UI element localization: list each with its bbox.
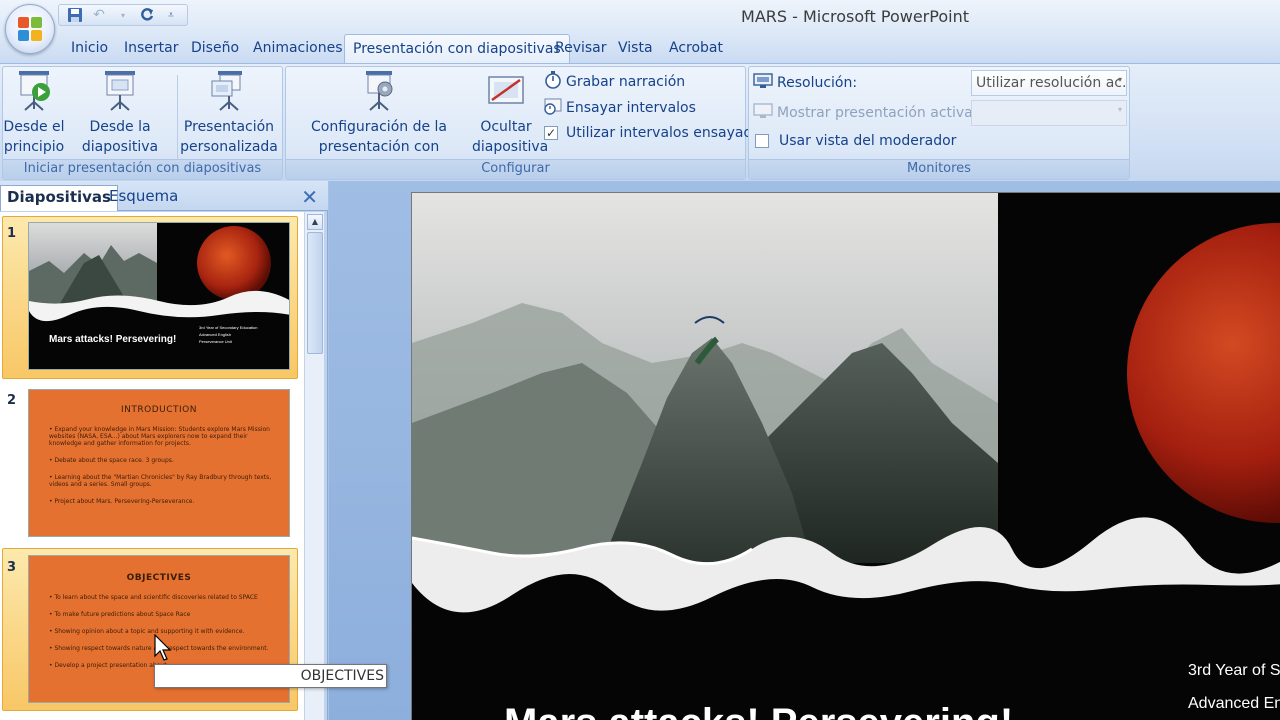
tab-diseno[interactable]: Diseño — [191, 40, 239, 56]
rehearse-timings-button[interactable]: Ensayar intervalos — [544, 97, 696, 119]
resolution-select[interactable]: Utilizar resolución ac... ▾ — [971, 70, 1127, 96]
projector-play-icon — [13, 69, 55, 113]
dropdown-arrow-icon: ▾ — [1117, 105, 1122, 114]
office-logo-icon — [18, 17, 44, 43]
unchecked-box[interactable] — [755, 134, 769, 148]
slide-3-bullet: • To learn about the space and scientifi… — [49, 594, 258, 601]
monitor-icon — [753, 73, 773, 93]
slide-1-artwork — [29, 223, 289, 321]
window-title: MARS - Microsoft PowerPoint — [741, 7, 969, 26]
tab-diapositivas[interactable]: Diapositivas — [0, 185, 118, 211]
slide-thumbnails: 1 Mars attacks! Persevering! 3rd Year of… — [0, 212, 304, 720]
ribbon: Desde el principio Desde la diapositiva … — [0, 63, 1280, 181]
from-beginning-line1: Desde el — [3, 119, 65, 135]
resolution-value: Utilizar resolución ac... — [976, 75, 1127, 91]
resolution-label: Resolución: — [777, 75, 858, 91]
custom-show-line1: Presentación — [183, 119, 275, 135]
tab-insertar[interactable]: Insertar — [124, 40, 179, 56]
show-on-label: Mostrar presentación activada: — [777, 105, 995, 121]
slide-2-bullet: • Debate about the space race. 3 groups. — [49, 457, 174, 464]
slide-3-bullet: • To make future predictions about Space… — [49, 611, 191, 618]
show-on-select[interactable]: ▾ — [971, 100, 1127, 126]
slide-thumbnail-1[interactable]: Mars attacks! Persevering! 3rd Year of S… — [28, 222, 290, 370]
from-beginning-line2: principio — [3, 139, 65, 155]
presenter-view-checkbox[interactable]: Usar vista del moderador — [755, 133, 956, 149]
use-timings-label: Utilizar intervalos ensayados — [566, 125, 769, 141]
tab-revisar[interactable]: Revisar — [555, 40, 607, 56]
slide-3-heading: OBJECTIVES — [126, 573, 192, 583]
hide-slide-button[interactable]: Ocultar diapositiva — [472, 69, 549, 157]
setup-show-icon — [358, 69, 400, 113]
projector-current-icon — [99, 69, 141, 113]
main-slide-meta-line1: 3rd Year of S — [1188, 662, 1280, 679]
tab-esquema[interactable]: Esquema — [103, 185, 184, 211]
start-show-group: Desde el principio Desde la diapositiva … — [2, 66, 283, 180]
checkmark-icon[interactable]: ✓ — [544, 126, 558, 140]
ribbon-tabs: Inicio Insertar Diseño Animaciones Prese… — [0, 34, 1280, 65]
close-pane-icon[interactable]: ✕ — [301, 185, 318, 209]
slide-artwork — [412, 193, 1280, 613]
resolution-label-row: Resolución: — [753, 73, 857, 93]
mouse-cursor-icon — [154, 633, 172, 666]
hide-slide-line2: diapositiva — [472, 139, 549, 155]
monitors-group-label: Monitores — [749, 159, 1129, 179]
presenter-view-label: Usar vista del moderador — [779, 133, 957, 149]
monitor-disabled-icon — [753, 103, 773, 123]
rehearse-timings-label: Ensayar intervalos — [566, 100, 696, 116]
slide-number-1: 1 — [7, 226, 17, 241]
setup-show-line1: Configuración de la — [310, 119, 448, 135]
scroll-up-icon[interactable]: ▲ — [307, 214, 323, 230]
use-timings-checkbox[interactable]: ✓ Utilizar intervalos ensayados — [544, 125, 768, 141]
slide-number-3: 3 — [7, 560, 17, 575]
stopwatch-icon — [544, 71, 562, 93]
setup-group: Configuración de la presentación con dia… — [285, 66, 768, 180]
main-slide-meta-line2: Advanced En — [1188, 695, 1280, 712]
monitors-group: Resolución: Utilizar resolución ac... ▾ … — [748, 66, 1130, 180]
tab-acrobat[interactable]: Acrobat — [669, 40, 723, 56]
slide-2-bullet: • Learning about the "Martian Chronicles… — [49, 474, 272, 488]
slide-1-meta-line1: 3rd Year of Secondary Education — [199, 325, 258, 330]
from-current-line1: Desde la — [89, 119, 151, 135]
pane-tabs: Diapositivas Esquema ✕ — [0, 181, 328, 211]
slide-1-meta-line3: Perseverance Unit — [199, 339, 232, 344]
scroll-thumb[interactable] — [307, 232, 323, 354]
thumbnails-scrollbar[interactable]: ▲ — [304, 212, 324, 720]
tab-vista[interactable]: Vista — [618, 40, 653, 56]
slide-title-tooltip: OBJECTIVES — [154, 664, 387, 688]
title-bar: ↶ ▾ ⩡ MARS - Microsoft PowerPoint — [0, 0, 1280, 54]
slide-2-bullets: • Expand your knowledge in Mars Mission:… — [49, 426, 275, 515]
slide-number-2: 2 — [7, 393, 17, 408]
tab-presentacion[interactable]: Presentación con diapositivas — [344, 34, 570, 65]
slide-1-title: Mars attacks! Persevering! — [49, 334, 177, 345]
rehearse-icon — [544, 97, 562, 119]
hide-slide-icon — [485, 69, 527, 113]
tab-inicio[interactable]: Inicio — [71, 40, 108, 56]
record-narration-label: Grabar narración — [566, 74, 686, 90]
main-slide-title[interactable]: Mars attacks! Persevering! — [504, 701, 1013, 720]
slide-1-meta: 3rd Year of Secondary Education Advanced… — [199, 324, 258, 345]
custom-show-icon — [208, 69, 250, 113]
show-on-label-row: Mostrar presentación activada: — [753, 103, 995, 123]
slide-2-bullet: • Expand your knowledge in Mars Mission:… — [49, 426, 270, 447]
slide-thumbnail-2[interactable]: INTRODUCTION • Expand your knowledge in … — [28, 389, 290, 537]
tab-animaciones[interactable]: Animaciones — [253, 40, 343, 56]
current-slide[interactable]: 3rd Year of S Advanced En Mars attacks! … — [411, 192, 1280, 720]
slide-2-heading: INTRODUCTION — [121, 405, 197, 415]
slide-editor: 3rd Year of S Advanced En Mars attacks! … — [329, 181, 1280, 720]
record-narration-button[interactable]: Grabar narración — [544, 71, 685, 93]
slide-1-meta-line2: Advanced English — [199, 332, 232, 337]
setup-group-label: Configurar — [286, 159, 745, 179]
group-separator — [177, 75, 178, 161]
hide-slide-line1: Ocultar — [480, 119, 532, 135]
dropdown-arrow-icon: ▾ — [1117, 75, 1122, 84]
slide-2-bullet: • Project about Mars. Persevering-Persev… — [49, 498, 195, 505]
office-button[interactable] — [5, 4, 55, 54]
start-show-group-label: Iniciar presentación con diapositivas — [3, 159, 282, 179]
from-beginning-button[interactable]: Desde el principio — [3, 69, 65, 157]
